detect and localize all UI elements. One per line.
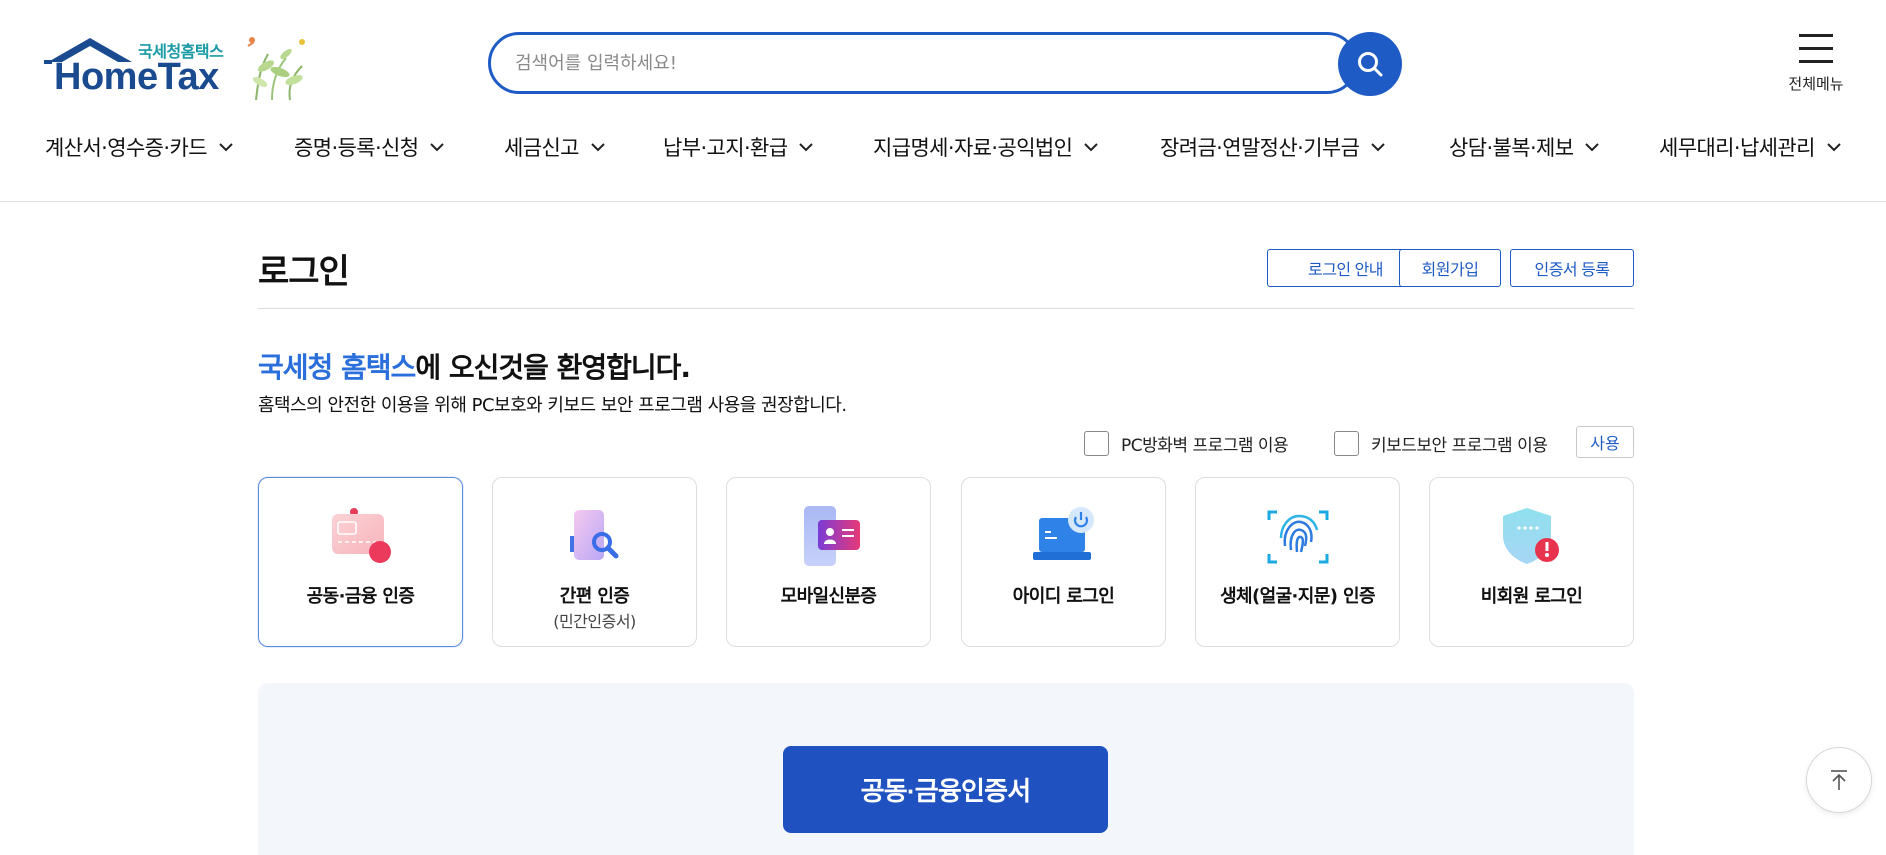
- login-method-sublabel: (민간인증서): [553, 612, 636, 631]
- nav-item-label: 납부·고지·환급: [663, 136, 788, 160]
- nav-item-invoice[interactable]: 계산서·영수증·카드: [45, 132, 233, 162]
- login-method-label: 공동·금융 인증: [306, 586, 415, 607]
- certificate-card-icon: [331, 508, 391, 563]
- nav-item-payment[interactable]: 납부·고지·환급: [663, 132, 814, 162]
- keyboard-security-checkbox[interactable]: 키보드보안 프로그램 이용: [1334, 430, 1548, 456]
- nav-item-tax-agent[interactable]: 세무대리·납세관리: [1659, 132, 1841, 162]
- laptop-login-icon: [1032, 507, 1094, 560]
- shield-guest-icon: [1502, 508, 1559, 564]
- login-method-label: 간편 인증: [559, 586, 630, 607]
- nav-item-label: 상담·불복·제보: [1449, 136, 1574, 160]
- page-title: 로그인: [258, 252, 350, 292]
- welcome-accent: 국세청 홈택스: [258, 351, 416, 384]
- mobile-id-icon: [803, 506, 860, 566]
- nav-item-incentive[interactable]: 장려금·연말정산·기부금: [1160, 132, 1386, 162]
- search-bar: [488, 32, 1358, 94]
- chevron-down-icon: [219, 142, 233, 151]
- fingerprint-icon: [1267, 510, 1328, 564]
- chevron-down-icon: [1084, 142, 1099, 151]
- hamburger-icon: [1799, 34, 1833, 63]
- login-method-label: 비회원 로그인: [1480, 586, 1583, 607]
- welcome-heading: 국세청 홈택스에 오신것을 환영합니다.: [258, 346, 691, 386]
- login-method-label: 모바일신분증: [780, 586, 877, 607]
- all-menu-label: 전체메뉴: [1788, 75, 1844, 93]
- logo-english-text: HomeTax: [54, 56, 219, 98]
- login-method-mobile-id[interactable]: 모바일신분증: [726, 477, 931, 647]
- search-icon: [1358, 52, 1383, 77]
- login-method-simple-auth[interactable]: 간편 인증 (민간인증서): [492, 477, 697, 647]
- signup-button[interactable]: 회원가입: [1399, 249, 1501, 287]
- divider: [258, 308, 1634, 309]
- search-input[interactable]: [515, 35, 1295, 91]
- chevron-down-icon: [1827, 142, 1841, 151]
- nav-item-label: 장려금·연말정산·기부금: [1160, 136, 1360, 160]
- certificate-login-button[interactable]: 공동·금융인증서: [783, 746, 1108, 833]
- nav-item-label: 세금신고: [504, 136, 579, 160]
- login-method-biometric[interactable]: 생체(얼굴·지문) 인증: [1195, 477, 1400, 647]
- login-method-label: 아이디 로그인: [1012, 586, 1115, 607]
- chevron-down-icon: [591, 142, 605, 151]
- site-header: 국세청홈택스 HomeTax 전체메뉴 계산서·영수증·카드: [0, 0, 1886, 202]
- arrow-up-icon: [1831, 770, 1847, 790]
- firewall-checkbox[interactable]: PC방화벽 프로그램 이용: [1084, 430, 1289, 456]
- nav-item-label: 계산서·영수증·카드: [45, 136, 208, 160]
- chevron-down-icon: [799, 142, 814, 151]
- nav-item-certificate[interactable]: 증명·등록·신청: [294, 132, 445, 162]
- scroll-top-button[interactable]: [1806, 747, 1872, 813]
- main-navigation: 계산서·영수증·카드 증명·등록·신청 세금신고 납부·고지·환급 지급명세·자…: [0, 132, 1886, 170]
- nav-item-statements[interactable]: 지급명세·자료·공익법인: [873, 132, 1099, 162]
- nav-item-label: 지급명세·자료·공익법인: [873, 136, 1073, 160]
- search-button[interactable]: [1338, 32, 1402, 96]
- simple-auth-icon: [569, 510, 618, 560]
- plant-icon: [247, 37, 305, 101]
- nav-item-consult[interactable]: 상담·불복·제보: [1449, 132, 1600, 162]
- all-menu-button[interactable]: 전체메뉴: [1782, 30, 1850, 100]
- login-method-guest[interactable]: 비회원 로그인: [1429, 477, 1634, 647]
- cert-register-button[interactable]: 인증서 등록: [1510, 249, 1634, 287]
- checkbox-box[interactable]: [1084, 430, 1109, 456]
- nav-item-label: 증명·등록·신청: [294, 136, 419, 160]
- chevron-down-icon: [430, 142, 445, 151]
- login-method-id-login[interactable]: 아이디 로그인: [961, 477, 1166, 647]
- welcome-subtitle: 홈택스의 안전한 이용을 위해 PC보호와 키보드 보안 프로그램 사용을 권장…: [258, 395, 847, 416]
- nav-item-tax-filing[interactable]: 세금신고: [504, 132, 605, 162]
- keyboard-security-label: 키보드보안 프로그램 이용: [1371, 435, 1548, 456]
- login-method-certificate[interactable]: 공동·금융 인증: [258, 477, 463, 647]
- checkbox-box[interactable]: [1334, 430, 1359, 456]
- chevron-down-icon: [1371, 142, 1386, 151]
- use-button[interactable]: 사용: [1576, 426, 1634, 458]
- nav-item-label: 세무대리·납세관리: [1659, 136, 1815, 160]
- hometax-logo[interactable]: 국세청홈택스 HomeTax: [44, 30, 314, 102]
- welcome-text: 에 오신것을 환영합니다.: [415, 351, 691, 384]
- firewall-label: PC방화벽 프로그램 이용: [1121, 435, 1289, 456]
- login-method-label: 생체(얼굴·지문) 인증: [1220, 586, 1375, 607]
- chevron-down-icon: [1585, 142, 1600, 151]
